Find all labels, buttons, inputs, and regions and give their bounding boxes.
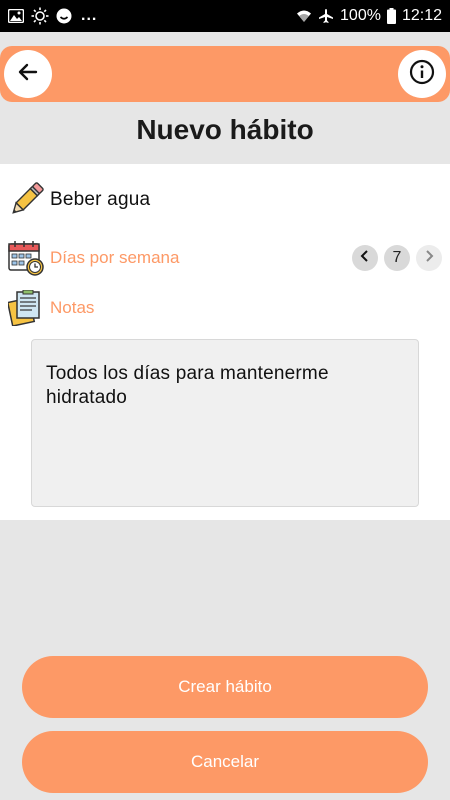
info-button[interactable]: [398, 50, 446, 98]
brightness-icon: [31, 7, 49, 25]
battery-icon: [386, 8, 396, 24]
app-frame: Nuevo hábito Beber agua Días por semana …: [0, 32, 450, 800]
pencil-icon: [8, 182, 44, 218]
notes-icon: [6, 289, 44, 327]
clock: 12:12: [401, 7, 442, 24]
days-value: 7: [384, 245, 410, 271]
app-bar: [0, 46, 450, 102]
arrow-left-icon: [16, 60, 40, 89]
wifi-icon: [296, 8, 312, 24]
image-icon: [8, 9, 24, 23]
habit-name-row[interactable]: Beber agua: [0, 180, 450, 220]
info-icon: [409, 59, 435, 90]
days-per-week-label: Días por semana: [50, 248, 180, 267]
chevron-left-icon: [358, 249, 372, 268]
status-bar: ... 100% 12:12: [0, 0, 450, 32]
notes-label: Notas: [50, 298, 95, 317]
chevron-right-icon: [422, 249, 436, 268]
calendar-clock-icon: [8, 240, 44, 276]
increase-days-button[interactable]: [416, 245, 442, 271]
more-notifications: ...: [81, 7, 98, 24]
notes-row: Notas: [0, 288, 450, 328]
back-button[interactable]: [4, 50, 52, 98]
cancel-button[interactable]: Cancelar: [22, 731, 428, 793]
page-title: Nuevo hábito: [136, 114, 314, 145]
days-per-week-row: Días por semana 7: [0, 238, 450, 278]
habit-form: Beber agua Días por semana 7 Notas Todos…: [0, 164, 450, 520]
smiley-icon: [56, 8, 72, 24]
decrease-days-button[interactable]: [352, 245, 378, 271]
battery-percentage: 100%: [340, 7, 381, 24]
create-habit-button[interactable]: Crear hábito: [22, 656, 428, 718]
airplane-icon: [318, 8, 334, 24]
notes-textarea[interactable]: Todos los días para mantenerme hidratado: [31, 339, 419, 507]
habit-name: Beber agua: [50, 189, 151, 210]
days-stepper: 7: [352, 245, 442, 271]
